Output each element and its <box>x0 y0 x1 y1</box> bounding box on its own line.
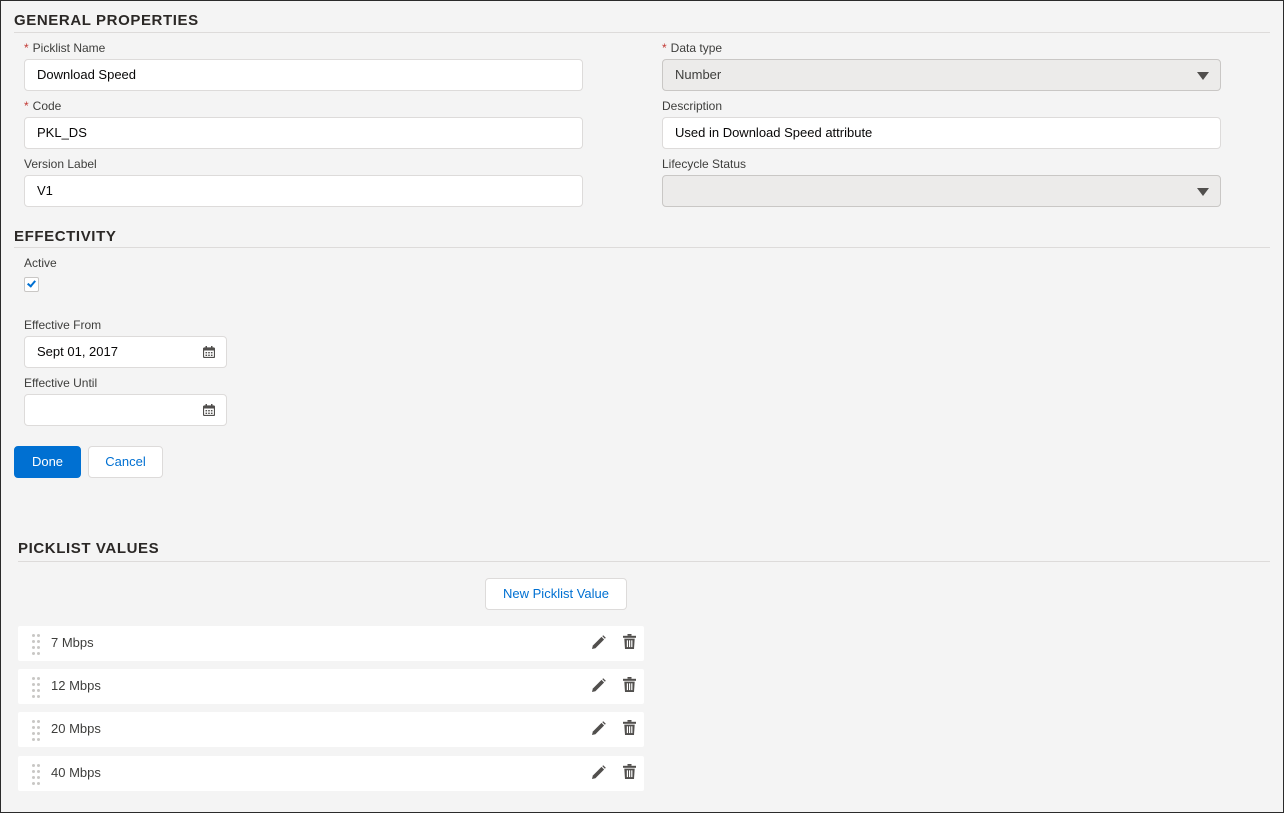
effective-from-value: Sept 01, 2017 <box>37 344 118 359</box>
version-label-label: Version Label <box>24 157 97 171</box>
data-type-select[interactable]: Number <box>662 59 1221 91</box>
trash-icon[interactable] <box>623 634 636 649</box>
trash-icon[interactable] <box>623 677 636 692</box>
calendar-icon[interactable] <box>203 404 215 416</box>
required-marker: * <box>24 99 29 113</box>
active-checkbox[interactable] <box>24 277 39 292</box>
picklist-values-heading: PICKLIST VALUES <box>18 540 160 557</box>
active-label: Active <box>24 256 57 270</box>
drag-handle-icon[interactable] <box>32 764 40 785</box>
pencil-icon[interactable] <box>591 635 606 650</box>
required-marker: * <box>662 41 667 55</box>
chevron-down-icon <box>1197 188 1209 196</box>
lifecycle-status-label: Lifecycle Status <box>662 157 747 171</box>
picklist-name-label: * Picklist Name <box>24 41 106 55</box>
lifecycle-status-select[interactable] <box>662 175 1221 207</box>
trash-icon[interactable] <box>623 764 636 779</box>
pencil-icon[interactable] <box>591 721 606 736</box>
description-label: Description <box>662 99 723 113</box>
code-label: * Code <box>24 99 62 113</box>
picklist-value-label: 40 Mbps <box>51 765 101 780</box>
drag-handle-icon[interactable] <box>32 677 40 698</box>
picklist-value-label: 12 Mbps <box>51 678 101 693</box>
calendar-icon[interactable] <box>203 346 215 358</box>
effective-from-label: Effective From <box>24 318 102 332</box>
description-input[interactable]: Used in Download Speed attribute <box>662 117 1221 149</box>
done-button[interactable]: Done <box>14 446 81 478</box>
pencil-icon[interactable] <box>591 765 606 780</box>
cancel-button[interactable]: Cancel <box>88 446 163 478</box>
effective-from-input[interactable]: Sept 01, 2017 <box>24 336 227 368</box>
general-properties-divider <box>14 32 1270 33</box>
required-marker: * <box>24 41 29 55</box>
general-properties-heading: GENERAL PROPERTIES <box>14 12 199 29</box>
data-type-value: Number <box>675 67 722 82</box>
picklist-name-input[interactable]: Download Speed <box>24 59 583 91</box>
picklist-value-label: 20 Mbps <box>51 721 101 736</box>
data-type-label: * Data type <box>662 41 723 55</box>
effective-until-label: Effective Until <box>24 376 98 390</box>
drag-handle-icon[interactable] <box>32 720 40 741</box>
drag-handle-icon[interactable] <box>32 634 40 655</box>
code-input[interactable]: PKL_DS <box>24 117 583 149</box>
picklist-value-row[interactable]: 40 Mbps <box>18 756 644 791</box>
new-picklist-value-button[interactable]: New Picklist Value <box>485 578 627 610</box>
picklist-value-row[interactable]: 20 Mbps <box>18 712 644 747</box>
chevron-down-icon <box>1197 72 1209 80</box>
checkmark-icon <box>27 278 36 288</box>
picklist-value-row[interactable]: 12 Mbps <box>18 669 644 704</box>
pencil-icon[interactable] <box>591 678 606 693</box>
picklist-values-divider <box>18 561 1270 562</box>
effectivity-heading: EFFECTIVITY <box>14 228 117 245</box>
picklist-value-row[interactable]: 7 Mbps <box>18 626 644 661</box>
version-label-input[interactable]: V1 <box>24 175 583 207</box>
trash-icon[interactable] <box>623 720 636 735</box>
effectivity-divider <box>14 247 1270 248</box>
picklist-value-label: 7 Mbps <box>51 635 94 650</box>
effective-until-input[interactable] <box>24 394 227 426</box>
